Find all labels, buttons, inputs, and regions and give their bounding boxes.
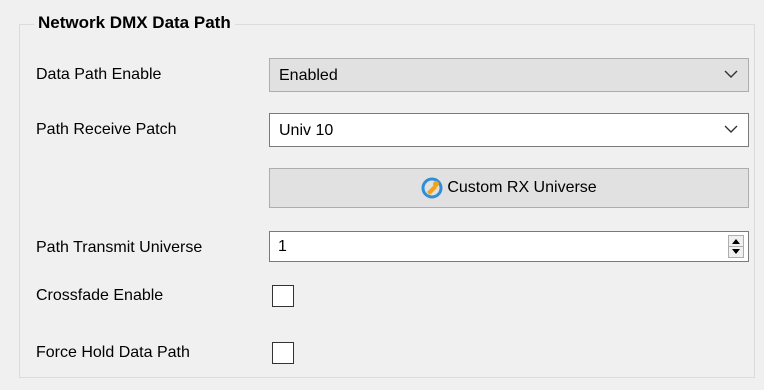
path-transmit-universe-spinbox[interactable]: 1 (269, 231, 749, 262)
force-hold-data-path-label: Force Hold Data Path (36, 344, 190, 361)
path-transmit-universe-value: 1 (278, 238, 287, 255)
data-path-enable-value: Enabled (279, 67, 338, 84)
data-path-enable-dropdown[interactable]: Enabled (269, 58, 749, 92)
custom-rx-universe-label: Custom RX Universe (447, 179, 597, 196)
gear-refresh-icon (421, 177, 443, 199)
path-receive-patch-label: Path Receive Patch (36, 121, 177, 138)
path-transmit-universe-label: Path Transmit Universe (36, 239, 203, 256)
group-title: Network DMX Data Path (34, 12, 235, 34)
path-receive-patch-value: Univ 10 (279, 122, 334, 139)
chevron-down-icon (724, 70, 738, 78)
chevron-down-icon (724, 125, 738, 133)
crossfade-enable-checkbox[interactable] (272, 285, 294, 307)
path-receive-patch-dropdown[interactable]: Univ 10 (269, 113, 749, 147)
spin-up-down-icon (729, 239, 743, 254)
data-path-enable-label: Data Path Enable (36, 66, 162, 83)
crossfade-enable-label: Crossfade Enable (36, 287, 164, 304)
custom-rx-universe-button[interactable]: Custom RX Universe (269, 168, 749, 208)
force-hold-data-path-checkbox[interactable] (272, 342, 294, 364)
spinbox-arrows[interactable] (728, 235, 744, 258)
